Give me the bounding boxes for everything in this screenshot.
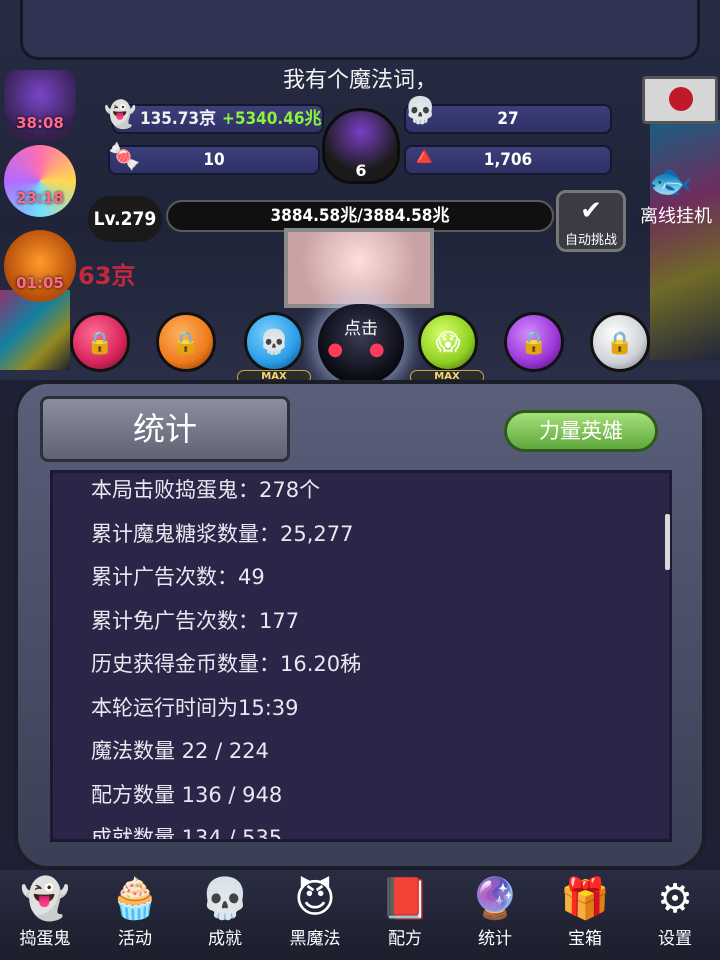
treasure-box-icon: 🎁 [560, 876, 610, 922]
stat-line: 累计免广告次数：177 [91, 608, 300, 633]
skull-potion-icon: 💀 [404, 96, 437, 126]
gold-bar: 135.73京 +5340.46兆 [112, 104, 324, 134]
stats-list: 本局击败捣蛋鬼：278个 累计魔鬼糖浆数量：25,277 累计广告次数：49 累… [91, 473, 651, 842]
nav-events[interactable]: 🧁 活动 [92, 870, 178, 960]
ghost-face-icon: 😱 [435, 328, 461, 356]
gold-value: 135.73京 [140, 109, 217, 129]
lock-icon: 🔒 [606, 331, 634, 356]
nav-label: 配方 [388, 929, 422, 949]
lollipop-timer[interactable]: 23:18 [4, 145, 76, 217]
offline-label[interactable]: 离线挂机 [640, 202, 712, 228]
stat-line: 本局击败捣蛋鬼：278个 [91, 478, 321, 502]
mail-button[interactable] [642, 76, 718, 124]
pumpkin-timer-text: 01:05 [16, 274, 64, 292]
mail-seal-icon [669, 87, 693, 111]
stat-line: 成就数量 134 / 535 [91, 826, 283, 842]
demon-icon: 😈 [294, 876, 336, 922]
stats-list-container[interactable]: 本局击败捣蛋鬼：278个 累计魔鬼糖浆数量：25,277 累计广告次数：49 累… [50, 470, 672, 842]
nav-label: 统计 [478, 929, 512, 949]
cauldron-count: 6 [355, 161, 367, 180]
click-label: 点击 [344, 319, 378, 339]
scrollbar[interactable] [665, 514, 670, 570]
book-icon: 📕 [380, 876, 430, 922]
nav-label: 宝箱 [568, 929, 602, 949]
orb-red-locked[interactable]: 🔒 [70, 312, 130, 372]
nav-label: 成就 [208, 929, 242, 949]
stat-line: 累计魔鬼糖浆数量：25,277 [91, 521, 354, 546]
fish-bone-icon[interactable]: 🐟 [648, 160, 693, 202]
stat-line: 累计广告次数：49 [91, 565, 265, 589]
orb-blue-skull[interactable]: 💀 [244, 312, 304, 372]
pumpkin-timer[interactable]: 01:05 [4, 230, 76, 302]
nav-achievements[interactable]: 💀 成就 [182, 870, 268, 960]
cupcake-icon: 🧁 [110, 876, 160, 922]
level-badge: Lv.279 [88, 196, 162, 242]
candy-icon: 🍬 [108, 142, 141, 172]
lollipop-timer-text: 23:18 [16, 189, 64, 207]
skull-trophy-icon: 💀 [200, 876, 250, 922]
top-frame [20, 0, 700, 60]
auto-challenge-button[interactable]: ✔ 自动挑战 [556, 190, 626, 252]
nav-statistics[interactable]: 🔮 统计 [452, 870, 538, 960]
panel-title: 统计 [40, 396, 290, 462]
click-demon-orb[interactable]: 点击 ● ● [318, 304, 404, 384]
pumpkin-amount: 63京 [78, 262, 136, 290]
nav-label: 捣蛋鬼 [19, 929, 71, 949]
orb-green-skull[interactable]: 😱 [418, 312, 478, 372]
auto-challenge-label: 自动挑战 [564, 233, 617, 248]
orb-orange-locked[interactable]: 🔒 [156, 312, 216, 372]
crystal-ball-icon: 🔮 [470, 876, 520, 922]
nav-settings[interactable]: ⚙ 设置 [632, 870, 718, 960]
lock-icon: 🔒 [86, 331, 114, 356]
witch-hat-timer[interactable]: 38:08 [4, 70, 76, 142]
gold-ghost-icon: 👻 [104, 100, 137, 130]
candy-value: 10 [203, 150, 225, 170]
stat-line: 魔法数量 22 / 224 [91, 739, 269, 763]
nav-label: 黑魔法 [289, 929, 341, 949]
candy-corn-icon: 🔺 [408, 142, 441, 172]
glitch-decoration-right [650, 120, 720, 360]
skull-icon: 💀 [259, 328, 289, 356]
gold-rate: +5340.46兆 [222, 109, 322, 129]
nav-recipes[interactable]: 📕 配方 [362, 870, 448, 960]
nav-treasure[interactable]: 🎁 宝箱 [542, 870, 628, 960]
power-hero-button[interactable]: 力量英雄 [504, 410, 658, 452]
nav-label: 活动 [118, 929, 152, 949]
monster-portrait [284, 228, 434, 308]
stat-line: 配方数量 136 / 948 [91, 782, 283, 807]
bottom-nav: 👻 捣蛋鬼 🧁 活动 💀 成就 😈 黑魔法 📕 配方 🔮 统计 🎁 宝箱 ⚙ 设… [0, 870, 720, 960]
nav-ghosts[interactable]: 👻 捣蛋鬼 [2, 870, 88, 960]
lock-icon: 🔒 [520, 331, 548, 356]
orb-purple-locked[interactable]: 🔒 [504, 312, 564, 372]
stat-line: 本轮运行时间为15:39 [91, 695, 299, 720]
spell-text: 我有个魔法词， [282, 68, 437, 93]
skull-value: 27 [497, 109, 519, 129]
orb-white-locked[interactable]: 🔒 [590, 312, 650, 372]
candy-corn-value: 1,706 [483, 150, 533, 170]
glitch-decoration-left [0, 290, 70, 370]
nav-dark-magic[interactable]: 😈 黑魔法 [272, 870, 358, 960]
nav-label: 设置 [658, 929, 692, 949]
hat-timer-text: 38:08 [16, 114, 64, 132]
lock-icon: 🔒 [172, 331, 200, 356]
cauldron[interactable]: 6 [322, 108, 400, 184]
check-icon: ✔ [580, 196, 602, 226]
demon-eyes-icon: ● ● [327, 339, 395, 360]
gear-icon: ⚙ [657, 876, 693, 922]
ghost-icon: 👻 [20, 876, 70, 922]
stat-line: 历史获得金币数量：16.20秭 [91, 652, 362, 676]
